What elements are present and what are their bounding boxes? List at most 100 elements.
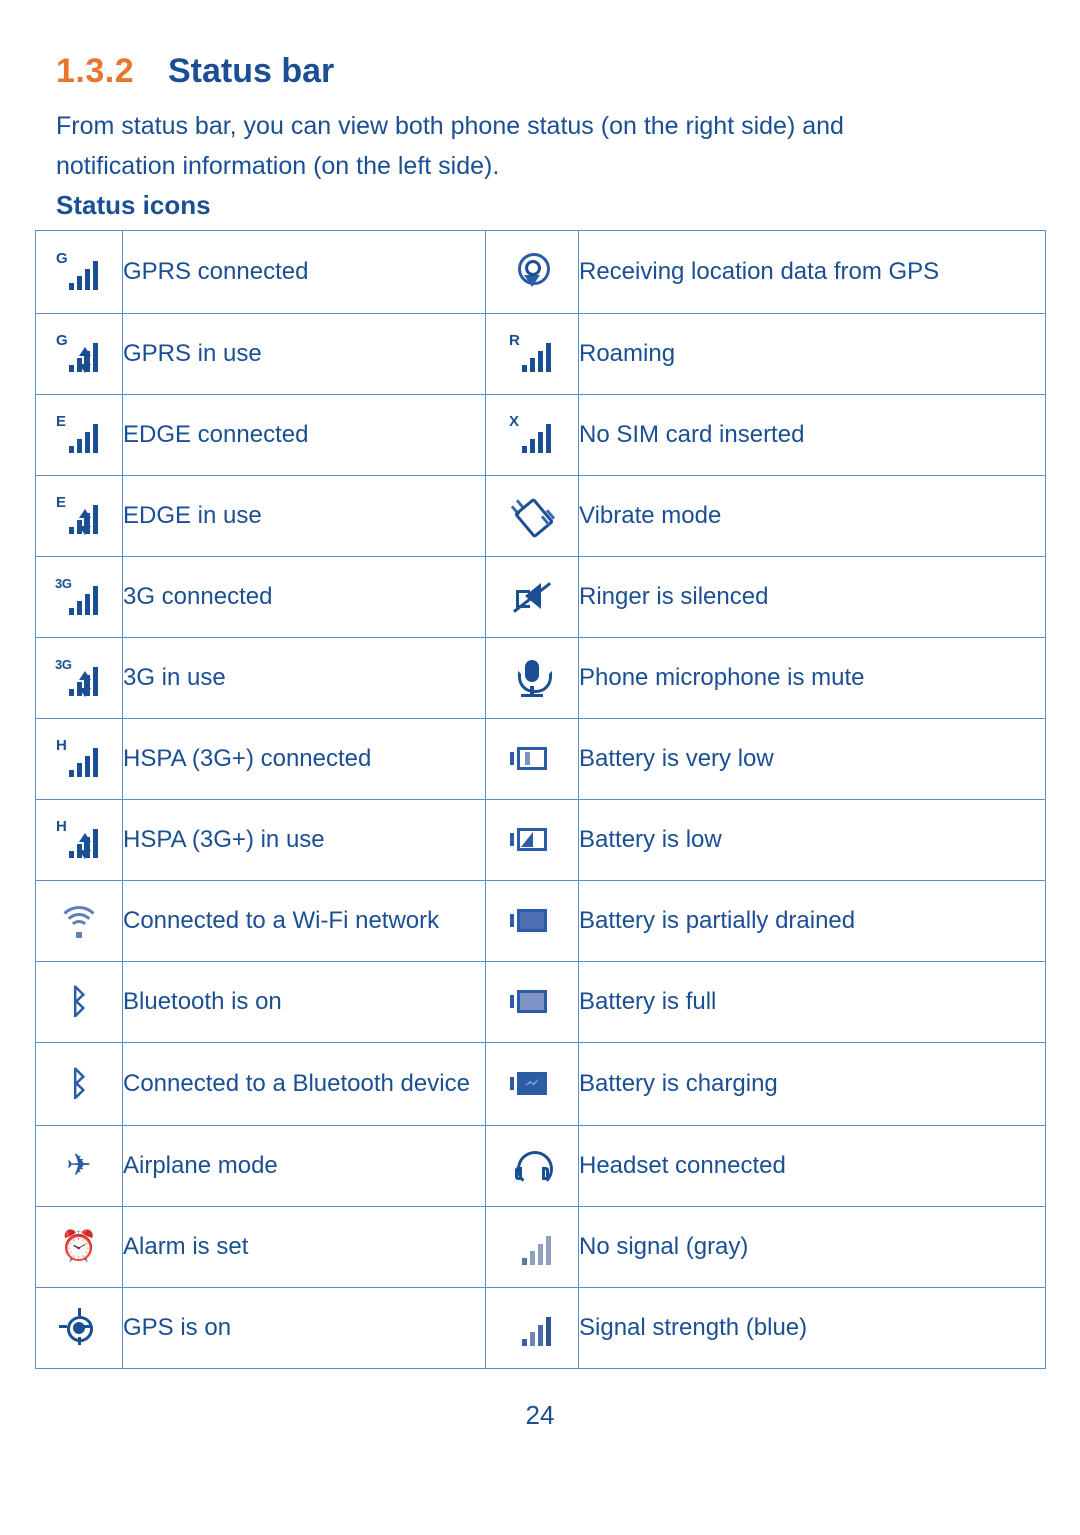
intro-paragraph: From status bar, you can view both phone… — [56, 106, 1024, 186]
section-heading: 1.3.2 Status bar — [56, 52, 334, 91]
table-row: GPS is on Signal strength (blue) — [35, 1287, 1046, 1369]
data-transfer-arrows-icon — [76, 671, 91, 697]
icon-label: Connected to a Bluetooth device — [122, 1042, 486, 1126]
page-title: Status bar — [168, 52, 335, 90]
icon-label: GPRS in use — [122, 313, 486, 395]
table-row: ⏰ Alarm is set No signal (gray) — [35, 1206, 1046, 1288]
icon-cell: 3G — [35, 637, 123, 719]
icon-cell — [485, 1206, 579, 1288]
data-transfer-arrows-icon — [76, 833, 91, 859]
icon-label: Receiving location data from GPS — [578, 230, 1046, 314]
icon-label: Signal strength (blue) — [578, 1287, 1046, 1369]
vibrate-mode-icon — [510, 495, 556, 539]
icon-label: Battery is very low — [578, 718, 1046, 800]
icon-label: Battery is partially drained — [578, 880, 1046, 962]
table-row: G GPRS connected Receiving location data… — [35, 230, 1046, 314]
battery-charging-icon — [509, 1067, 555, 1101]
headset-connected-icon — [512, 1147, 553, 1187]
icon-cell — [485, 880, 579, 962]
icon-cell — [485, 799, 579, 881]
network-letter: E — [56, 413, 66, 430]
status-icons-table: G GPRS connected Receiving location data… — [35, 230, 1046, 1369]
icon-label: Ringer is silenced — [578, 556, 1046, 638]
battery-full-icon — [509, 985, 555, 1019]
battery-very-low-icon — [509, 742, 555, 776]
network-letter: X — [509, 413, 519, 430]
table-row: ᛒ Connected to a Bluetooth device Batter… — [35, 1042, 1046, 1126]
signal-bars — [69, 260, 101, 290]
icon-label: Airplane mode — [122, 1125, 486, 1207]
airplane-mode-icon: ✈ — [66, 1149, 92, 1182]
edge-connected-icon: E — [56, 414, 102, 456]
document-page: 1.3.2 Status bar From status bar, you ca… — [0, 0, 1080, 1535]
microphone-mute-icon — [512, 657, 552, 699]
page-number: 24 — [525, 1400, 555, 1430]
icon-cell — [35, 1287, 123, 1369]
no-sim-card-icon: X — [509, 414, 555, 456]
icon-label: Battery is full — [578, 961, 1046, 1043]
signal-bars — [522, 423, 554, 453]
icon-label: 3G connected — [122, 556, 486, 638]
signal-bars — [69, 585, 101, 615]
icon-cell — [485, 1125, 579, 1207]
signal-bars — [522, 1235, 554, 1265]
icon-cell: R — [485, 313, 579, 395]
icon-cell: E — [35, 475, 123, 557]
intro-line-1: From status bar, you can view both phone… — [56, 112, 844, 140]
icon-label: GPRS connected — [122, 230, 486, 314]
icon-label: Connected to a Wi-Fi network — [122, 880, 486, 962]
icon-cell: G — [35, 230, 123, 314]
network-letter: H — [56, 818, 67, 835]
icon-cell — [485, 475, 579, 557]
hspa-in-use-icon: H — [56, 819, 102, 861]
signal-bars — [69, 423, 101, 453]
icon-cell: ⏰ — [35, 1206, 123, 1288]
battery-low-icon — [509, 823, 555, 857]
icon-label: Alarm is set — [122, 1206, 486, 1288]
network-letter: R — [509, 332, 520, 349]
icon-cell: ✈ — [35, 1125, 123, 1207]
icon-cell — [485, 1287, 579, 1369]
icon-cell: E — [35, 394, 123, 476]
data-transfer-arrows-icon — [76, 509, 91, 535]
icon-cell — [485, 556, 579, 638]
icon-label: HSPA (3G+) connected — [122, 718, 486, 800]
alarm-set-icon: ⏰ — [60, 1230, 98, 1263]
icon-label: Roaming — [578, 313, 1046, 395]
no-signal-icon — [509, 1226, 555, 1268]
data-transfer-arrows-icon — [76, 347, 91, 373]
icon-label: EDGE connected — [122, 394, 486, 476]
icon-label: Vibrate mode — [578, 475, 1046, 557]
network-letter: G — [56, 332, 68, 349]
icon-cell: ᛒ — [35, 1042, 123, 1126]
gprs-in-use-icon: G — [56, 333, 102, 375]
bluetooth-on-icon: ᛒ — [68, 983, 90, 1021]
table-row: ᛒ Bluetooth is on Battery is full — [35, 961, 1046, 1043]
icon-label: Phone microphone is mute — [578, 637, 1046, 719]
3g-in-use-icon: 3G — [55, 657, 102, 699]
icon-cell — [485, 1042, 579, 1126]
icon-cell — [485, 961, 579, 1043]
table-row: 3G 3G in use Phone microphone is mute — [35, 637, 1046, 719]
icon-cell — [485, 230, 579, 314]
intro-line-2: notification information (on the left si… — [56, 152, 500, 180]
roaming-icon: R — [509, 333, 555, 375]
table-row: Connected to a Wi-Fi network Battery is … — [35, 880, 1046, 962]
icon-label: Headset connected — [578, 1125, 1046, 1207]
icon-label: HSPA (3G+) in use — [122, 799, 486, 881]
hspa-connected-icon: H — [56, 738, 102, 780]
table-row: H HSPA (3G+) connected Battery is very l… — [35, 718, 1046, 800]
ringer-silenced-icon — [510, 577, 554, 617]
network-letter: H — [56, 737, 67, 754]
icon-cell: X — [485, 394, 579, 476]
icon-cell: H — [35, 799, 123, 881]
icon-cell — [485, 637, 579, 719]
icon-label: Battery is charging — [578, 1042, 1046, 1126]
gprs-connected-icon: G — [56, 251, 102, 293]
icon-cell: 3G — [35, 556, 123, 638]
gps-on-icon — [59, 1308, 99, 1348]
signal-bars — [522, 1316, 554, 1346]
icon-label: No SIM card inserted — [578, 394, 1046, 476]
network-letter: G — [56, 250, 68, 267]
bluetooth-connected-icon: ᛒ — [68, 1065, 90, 1103]
